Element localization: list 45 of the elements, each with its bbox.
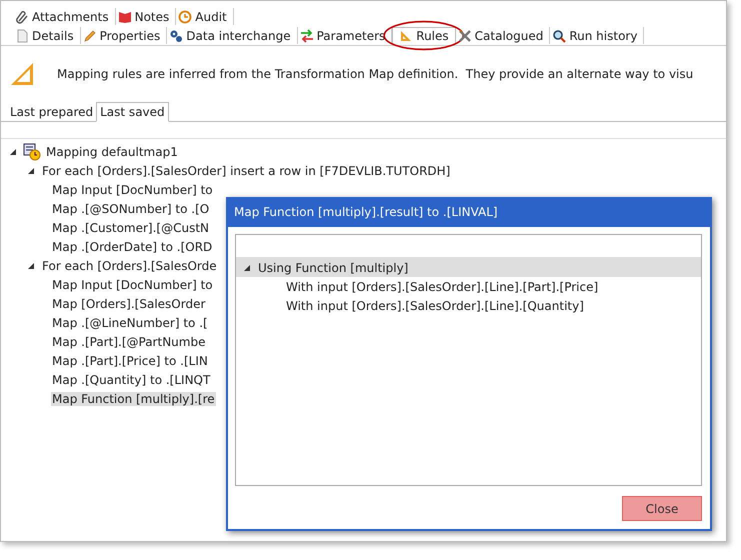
tree-item[interactable]: With input [Orders].[SalesOrder].[Line].[Quantity] (285, 298, 585, 312)
tab[interactable]: Run history (550, 27, 644, 44)
tab[interactable]: Data interchange (167, 27, 298, 44)
pencil-icon (82, 28, 97, 42)
gears-icon (169, 28, 184, 42)
search-icon (552, 28, 566, 42)
close-button[interactable]: Close (622, 496, 702, 521)
tree-item[interactable]: For each [Orders].[SalesOrder] insert a row in [F7DEVLIB.TUTORDH] (41, 164, 452, 178)
tab[interactable]: Last prepared (7, 102, 96, 121)
expanded-icon[interactable] (27, 262, 35, 270)
tree-item[interactable]: For each [Orders].[SalesOrde (41, 258, 218, 272)
expanded-icon[interactable] (243, 264, 251, 272)
tree-item[interactable]: Map .[Part].[Price] to .[LIN (51, 354, 209, 368)
arrows-icon (300, 28, 314, 42)
tab[interactable]: Notes (116, 8, 176, 25)
tab[interactable]: Rules (392, 27, 456, 44)
expanded-icon[interactable] (27, 166, 35, 174)
tree-item[interactable]: Map Function [multiply].[re (51, 392, 216, 406)
book-icon (118, 10, 132, 24)
dialog-title: Map Function [multiply].[result] to .[LINVAL] (233, 204, 499, 221)
tree-item[interactable]: Map .[OrderDate] to .[ORD (51, 240, 214, 254)
tab[interactable]: Attachments (13, 8, 116, 25)
description-text: Mapping rules are inferred from the Transformation Map definition. They provide an alternate way to visu (57, 67, 694, 81)
tree-item[interactable]: Map .[@LineNumber] to .[ (51, 316, 209, 330)
paperclip-icon (15, 10, 29, 24)
tools-icon (458, 28, 472, 42)
tree-item[interactable]: Map Input [DocNumber] to (51, 278, 214, 292)
expanded-icon[interactable] (9, 148, 17, 156)
tab[interactable]: Last saved (96, 102, 169, 122)
tree-item[interactable]: Map .[Part].[@PartNumbe (51, 334, 206, 348)
tree-item[interactable]: With input [Orders].[SalesOrder].[Line].[Part].[Price] (285, 280, 600, 294)
clock-icon (178, 10, 192, 24)
page-icon (15, 28, 29, 42)
tab[interactable]: Properties (80, 27, 168, 44)
tree-item[interactable]: Map [Orders].[SalesOrder (51, 296, 206, 310)
tab[interactable]: Audit (176, 8, 234, 25)
tab[interactable]: Catalogued (456, 27, 550, 44)
tab[interactable]: Details (13, 27, 81, 44)
tree-item[interactable]: Map .[@SONumber] to .[O (51, 202, 210, 216)
map-clock-icon (23, 142, 41, 160)
tree-item[interactable]: Using Function [multiply] (257, 260, 410, 274)
tree-item[interactable]: Map .[Customer].[@CustN (51, 220, 210, 234)
tree-item[interactable]: Mapping defaultmap1 (45, 144, 179, 158)
tree-item[interactable]: Map Input [DocNumber] to (51, 182, 214, 196)
tree-item[interactable]: Map .[Quantity] to .[LINQT (51, 372, 212, 386)
